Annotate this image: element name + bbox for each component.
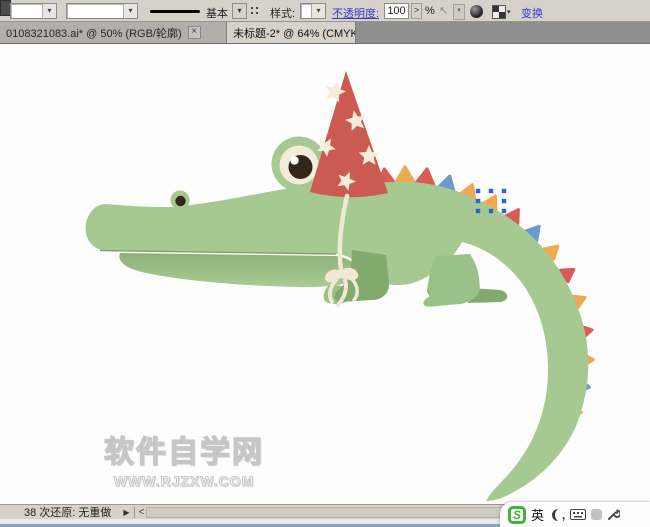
tab-label: 未标题-2* @ 64% (CMYK/预览) (233, 25, 356, 41)
punctuation-toggle[interactable]: , (562, 508, 565, 522)
selection-handle[interactable] (502, 189, 506, 193)
croc-nostril[interactable] (175, 196, 185, 206)
tab-document-1[interactable]: 0108321083.ai* @ 50% (RGB/轮廓) × (0, 22, 227, 43)
opacity-spinner-button[interactable]: > (411, 3, 422, 19)
croc-body[interactable] (86, 182, 589, 501)
selection-handle[interactable] (502, 199, 506, 203)
undo-status-text: 38 次还原: 无重做 (24, 504, 111, 520)
scrollbar-left-arrow[interactable]: < (139, 507, 145, 518)
chevron-down-icon: ▾ (42, 4, 56, 18)
selection-handle[interactable] (476, 199, 480, 203)
pointer-dropdown-button[interactable]: ▾ (453, 4, 465, 20)
selection-handle[interactable] (476, 209, 480, 213)
wrench-icon[interactable] (607, 508, 620, 521)
status-flyout-button[interactable]: ▶ (123, 508, 129, 517)
keyboard-icon[interactable] (570, 509, 586, 520)
dash-pattern-icon (251, 7, 261, 17)
ime-language-toggle[interactable]: 英 (531, 505, 544, 524)
croc-back-spike[interactable] (396, 167, 414, 182)
chevron-down-icon: ▾ (123, 4, 137, 18)
croc-eye-highlight (290, 156, 298, 164)
opacity-input[interactable]: 100 (384, 3, 409, 19)
pattern-options-icon[interactable] (492, 5, 506, 19)
chevron-down-icon[interactable]: ▾ (507, 8, 511, 16)
style-dropdown-button[interactable]: ▾ (232, 3, 247, 19)
tab-label: 0108321083.ai* @ 50% (RGB/轮廓) (6, 25, 182, 41)
selection-handle[interactable] (476, 189, 480, 193)
graphic-style-basic-label: 基本 (206, 5, 228, 21)
transform-link[interactable]: 变换 (521, 5, 543, 21)
illustrator-window: ▾ ▾ 基本 ▾ 样式: ▾ 不透明度: 100 > % ↖ ▾ ▾ 变换 01… (0, 0, 650, 527)
sogou-ime-bar: S 英 , (500, 502, 650, 527)
selection-handle[interactable] (489, 209, 493, 213)
crocodile-illustration (0, 44, 650, 504)
bow-knot[interactable] (338, 270, 347, 279)
control-bar: ▾ ▾ 基本 ▾ 样式: ▾ 不透明度: 100 > % ↖ ▾ ▾ 变换 (0, 0, 650, 22)
moon-icon[interactable] (549, 508, 561, 522)
recolor-artwork-icon[interactable] (470, 5, 483, 18)
opacity-link[interactable]: 不透明度: (332, 5, 379, 21)
brush-definition-select[interactable]: ▾ (66, 3, 138, 19)
sogou-logo-icon[interactable]: S (508, 506, 526, 524)
chevron-down-icon: ▾ (311, 4, 325, 18)
artboard-canvas[interactable]: 软件自学网 WWW.RJZXW.COM (0, 44, 650, 504)
stroke-preview-line (150, 10, 200, 13)
isolate-selection-icon[interactable]: ↖ (439, 4, 452, 18)
style-select[interactable]: ▾ (300, 3, 326, 19)
style-label: 样式: (270, 5, 295, 21)
divider (134, 507, 135, 518)
width-profile-select[interactable]: ▾ (10, 3, 57, 19)
selection-handle[interactable] (489, 189, 493, 193)
percent-label: % (425, 5, 435, 17)
close-icon[interactable]: × (188, 26, 201, 39)
tab-document-2[interactable]: 未标题-2* @ 64% (CMYK/预览) × (227, 22, 356, 43)
skin-icon[interactable] (591, 509, 602, 520)
document-tab-bar: 0108321083.ai* @ 50% (RGB/轮廓) × 未标题-2* @… (0, 22, 650, 44)
selection-handle[interactable] (502, 209, 506, 213)
